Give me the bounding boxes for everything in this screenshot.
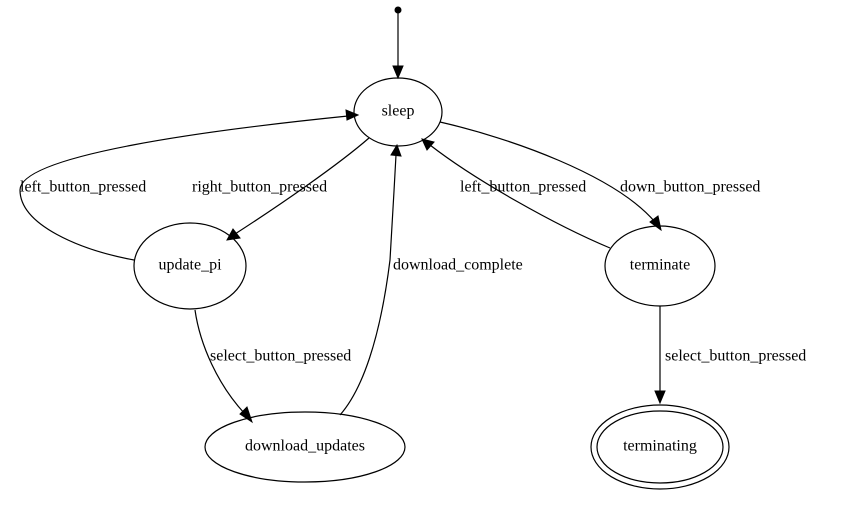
state-download-updates-label: download_updates: [245, 438, 365, 455]
edge-sleep-to-terminate-label: down_button_pressed: [620, 179, 760, 196]
edge-download-to-sleep-label: download_complete: [393, 257, 523, 274]
edge-download-to-sleep: [340, 155, 396, 415]
state-terminating-label: terminating: [623, 438, 697, 455]
edge-terminate-to-sleep-label: left_button_pressed: [460, 179, 586, 196]
edge-sleep-to-updatepi-label: right_button_pressed: [192, 179, 327, 196]
state-update-pi-label: update_pi: [158, 257, 222, 274]
state-diagram: sleep update_pi download_updates termina…: [0, 0, 852, 531]
edge-updatepi-to-sleep-label: left_button_pressed: [20, 179, 146, 196]
edge-terminate-to-terminating-label: select_button_pressed: [665, 348, 806, 365]
initial-state-dot: [395, 7, 401, 13]
state-sleep-label: sleep: [382, 103, 415, 120]
state-terminate-label: terminate: [630, 257, 690, 274]
edge-terminate-to-sleep: [430, 145, 610, 248]
edge-sleep-to-terminate: [440, 122, 655, 222]
edge-updatepi-to-download-label: select_button_pressed: [210, 348, 351, 365]
